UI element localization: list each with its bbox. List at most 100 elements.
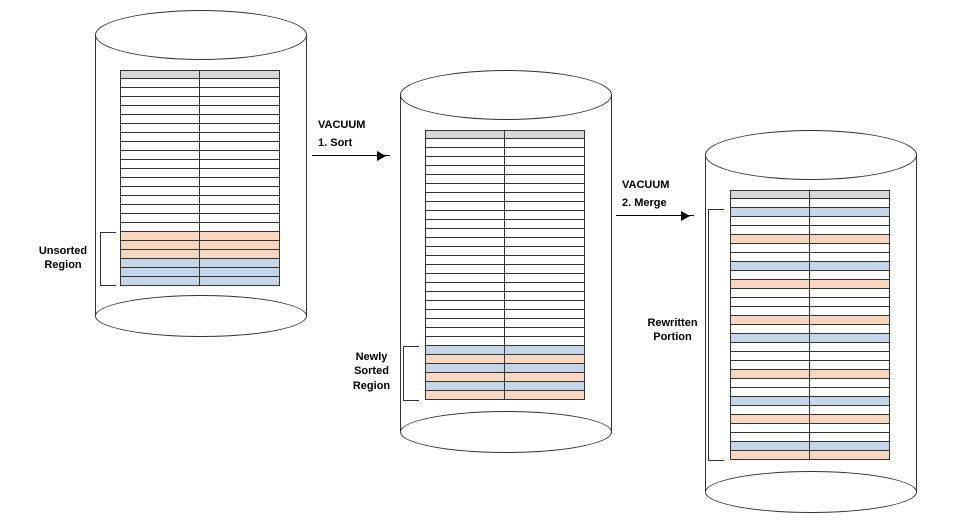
table-cell bbox=[200, 88, 279, 96]
table-cell bbox=[121, 169, 200, 177]
table-cell bbox=[200, 250, 279, 258]
table-cell bbox=[200, 178, 279, 186]
table-cell bbox=[505, 319, 584, 327]
table-row bbox=[120, 187, 280, 196]
table-row bbox=[425, 373, 585, 382]
table-cell bbox=[426, 382, 505, 390]
table-merged bbox=[730, 190, 890, 460]
cylinder-top bbox=[95, 10, 307, 60]
table-cell bbox=[121, 187, 200, 195]
table-row bbox=[730, 415, 890, 424]
table-cell bbox=[731, 316, 810, 324]
table-cell bbox=[121, 88, 200, 96]
table-row bbox=[730, 334, 890, 343]
table-cell bbox=[505, 220, 584, 228]
table-cell bbox=[121, 142, 200, 150]
table-row bbox=[120, 196, 280, 205]
table-row bbox=[120, 124, 280, 133]
table-row bbox=[425, 238, 585, 247]
table-cell bbox=[426, 166, 505, 174]
table-cell bbox=[200, 169, 279, 177]
table-cell bbox=[200, 71, 279, 78]
table-cell bbox=[121, 178, 200, 186]
table-cell bbox=[121, 97, 200, 105]
table-row bbox=[120, 106, 280, 115]
table-cell bbox=[505, 373, 584, 381]
table-cell bbox=[426, 265, 505, 273]
table-row bbox=[730, 325, 890, 334]
table-row bbox=[730, 226, 890, 235]
table-cell bbox=[200, 160, 279, 168]
table-cell bbox=[810, 352, 889, 360]
table-row bbox=[425, 139, 585, 148]
table-cell bbox=[505, 166, 584, 174]
table-row bbox=[120, 259, 280, 268]
table-row bbox=[120, 214, 280, 223]
table-cell bbox=[810, 244, 889, 252]
table-cell bbox=[505, 148, 584, 156]
table-cell bbox=[731, 388, 810, 396]
table-cell bbox=[731, 352, 810, 360]
table-row bbox=[730, 307, 890, 316]
table-cell bbox=[121, 250, 200, 258]
table-cell bbox=[810, 262, 889, 270]
table-cell bbox=[810, 388, 889, 396]
table-cell bbox=[121, 71, 200, 78]
table-cell bbox=[731, 271, 810, 279]
bracket-rewritten bbox=[708, 209, 724, 461]
table-cell bbox=[200, 241, 279, 249]
table-cell bbox=[505, 131, 584, 138]
table-cell bbox=[121, 232, 200, 240]
table-cell bbox=[731, 370, 810, 378]
table-cell bbox=[731, 244, 810, 252]
table-cell bbox=[731, 289, 810, 297]
table-cell bbox=[200, 196, 279, 204]
table-cell bbox=[200, 97, 279, 105]
table-cell bbox=[505, 328, 584, 336]
table-cell bbox=[505, 346, 584, 354]
cylinder-bottom bbox=[95, 295, 307, 337]
table-row bbox=[730, 406, 890, 415]
table-cell bbox=[810, 415, 889, 423]
table-cell bbox=[810, 298, 889, 306]
table-cell bbox=[426, 391, 505, 399]
table-row bbox=[425, 292, 585, 301]
table-sorted bbox=[425, 130, 585, 400]
table-cell bbox=[731, 199, 810, 207]
table-cell bbox=[810, 253, 889, 261]
table-row bbox=[730, 451, 890, 460]
table-row bbox=[120, 133, 280, 142]
table-cell bbox=[121, 79, 200, 87]
cylinder-bottom bbox=[705, 471, 917, 513]
table-row bbox=[425, 382, 585, 391]
table-cell bbox=[810, 334, 889, 342]
table-cell bbox=[505, 238, 584, 246]
table-cell bbox=[731, 280, 810, 288]
table-row bbox=[425, 193, 585, 202]
table-row bbox=[425, 148, 585, 157]
table-cell bbox=[810, 343, 889, 351]
table-row bbox=[730, 190, 890, 199]
table-cell bbox=[426, 211, 505, 219]
table-cell bbox=[810, 271, 889, 279]
table-row bbox=[425, 283, 585, 292]
table-row bbox=[730, 379, 890, 388]
table-cell bbox=[426, 355, 505, 363]
table-row bbox=[425, 184, 585, 193]
arrow-merge bbox=[616, 215, 694, 216]
table-cell bbox=[426, 247, 505, 255]
table-cell bbox=[426, 157, 505, 165]
table-cell bbox=[810, 226, 889, 234]
table-row bbox=[730, 244, 890, 253]
table-cell bbox=[200, 106, 279, 114]
table-row bbox=[425, 328, 585, 337]
table-row bbox=[425, 220, 585, 229]
table-cell bbox=[810, 361, 889, 369]
table-row bbox=[425, 256, 585, 265]
table-row bbox=[120, 250, 280, 259]
table-row bbox=[425, 247, 585, 256]
table-row bbox=[730, 370, 890, 379]
table-cell bbox=[121, 205, 200, 213]
table-cell bbox=[121, 268, 200, 276]
table-row bbox=[730, 388, 890, 397]
